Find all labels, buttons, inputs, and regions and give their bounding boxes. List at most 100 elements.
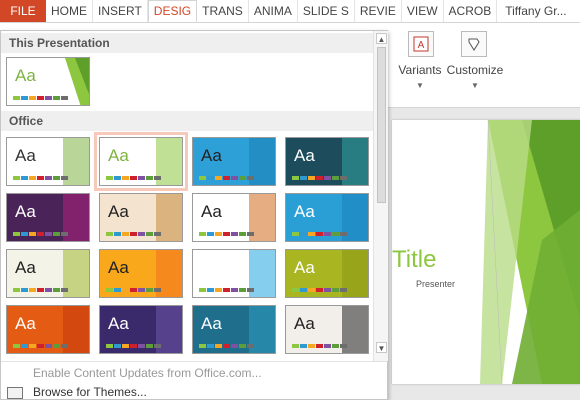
theme-preview-text: Aa [201, 314, 222, 333]
theme-thumbnail[interactable]: Aa [285, 137, 369, 186]
theme-thumbnail[interactable]: Aa [285, 305, 369, 354]
theme-color-swatches [13, 96, 68, 100]
gallery-footer: Enable Content Updates from Office.com..… [1, 361, 387, 399]
theme-preview-text: Aa [15, 314, 36, 333]
format-background-button[interactable]: A [402, 31, 440, 63]
color-swatch [247, 344, 254, 348]
color-swatch [146, 176, 153, 180]
theme-color-swatches [199, 176, 254, 180]
color-swatch [239, 232, 246, 236]
scroll-up-icon[interactable]: ▲ [376, 33, 387, 44]
theme-preview-text: Aa [201, 258, 222, 277]
color-swatch [146, 288, 153, 292]
color-swatch [13, 176, 20, 180]
theme-thumbnail[interactable]: Aa [99, 249, 183, 298]
color-swatch [308, 232, 315, 236]
tab-transitions[interactable]: TRANS [197, 0, 249, 22]
theme-thumbnail[interactable]: Aa [99, 193, 183, 242]
scroll-down-icon[interactable]: ▼ [376, 342, 387, 353]
tab-home[interactable]: HOME [46, 0, 93, 22]
color-swatch [207, 344, 214, 348]
scrollbar-thumb[interactable] [377, 47, 386, 203]
variants-label: Variants [398, 63, 442, 77]
color-swatch [231, 176, 238, 180]
user-account-menu[interactable]: Tiffany Gr... [497, 0, 571, 22]
theme-thumbnail[interactable]: Aa [6, 305, 90, 354]
color-swatch [231, 232, 238, 236]
color-swatch [29, 96, 36, 100]
color-swatch [37, 232, 44, 236]
color-swatch [247, 176, 254, 180]
theme-thumbnail[interactable]: Aa [192, 249, 276, 298]
chevron-down-icon: ▼ [471, 81, 479, 90]
theme-preview-text: Aa [15, 258, 36, 277]
color-swatch [207, 176, 214, 180]
color-swatch [300, 176, 307, 180]
theme-thumbnail[interactable]: Aa [6, 249, 90, 298]
theme-color-swatches [106, 176, 161, 180]
powerpoint-window: FILE HOME INSERT DESIG TRANS ANIMA SLIDE… [0, 0, 580, 400]
color-swatch [247, 232, 254, 236]
browse-folder-icon [7, 387, 23, 399]
theme-thumbnail[interactable]: Aa [6, 193, 90, 242]
theme-thumbnail[interactable]: Aa [6, 137, 90, 186]
chevron-down-icon: ▼ [416, 81, 424, 90]
slide-title[interactable]: Title [392, 246, 436, 274]
tab-design[interactable]: DESIG [147, 0, 198, 22]
color-swatch [207, 232, 214, 236]
color-swatch [308, 176, 315, 180]
color-swatch [199, 176, 206, 180]
color-swatch [61, 232, 68, 236]
slide-subtitle[interactable]: Presenter [416, 279, 455, 289]
tab-review[interactable]: REVIE [355, 0, 402, 22]
theme-thumbnail[interactable]: Aa [285, 249, 369, 298]
color-swatch [239, 344, 246, 348]
color-swatch [324, 232, 331, 236]
color-swatch [324, 176, 331, 180]
theme-color-swatches [199, 344, 254, 348]
color-swatch [61, 288, 68, 292]
color-swatch [61, 176, 68, 180]
color-swatch [106, 344, 113, 348]
theme-thumbnail[interactable]: Aa [192, 193, 276, 242]
theme-thumbnail[interactable]: Aa [94, 132, 188, 191]
theme-this-presentation[interactable]: Aa [6, 57, 90, 106]
theme-thumbnail[interactable]: Aa [285, 193, 369, 242]
theme-color-swatches [13, 344, 68, 348]
tab-insert[interactable]: INSERT [93, 0, 148, 22]
gallery-scrollbar[interactable]: ▲ ▼ [373, 31, 388, 361]
design-ideas-button[interactable] [458, 31, 490, 63]
browse-for-themes-link[interactable]: Browse for Themes... [33, 385, 147, 399]
design-ideas-icon [461, 31, 487, 57]
theme-color-swatches [199, 288, 254, 292]
tab-acrobat[interactable]: ACROB [444, 0, 498, 22]
color-swatch [13, 288, 20, 292]
color-swatch [53, 96, 60, 100]
tab-file[interactable]: FILE [0, 0, 46, 22]
color-swatch [223, 232, 230, 236]
color-swatch [324, 288, 331, 292]
tab-animations[interactable]: ANIMA [249, 0, 298, 22]
color-swatch [332, 288, 339, 292]
theme-color-swatches [292, 288, 347, 292]
color-swatch [45, 96, 52, 100]
variants-button[interactable]: Variants ▼ [396, 63, 444, 90]
theme-thumbnail[interactable]: Aa [192, 137, 276, 186]
color-swatch [53, 232, 60, 236]
color-swatch [223, 344, 230, 348]
theme-thumbnail[interactable]: Aa [192, 305, 276, 354]
theme-thumbnail[interactable]: Aa [99, 305, 183, 354]
color-swatch [29, 288, 36, 292]
tab-slide-show[interactable]: SLIDE S [298, 0, 355, 22]
color-swatch [138, 232, 145, 236]
customize-button[interactable]: Customize ▼ [446, 63, 504, 90]
color-swatch [29, 176, 36, 180]
color-swatch [332, 344, 339, 348]
svg-text:A: A [418, 40, 425, 51]
color-swatch [316, 176, 323, 180]
tab-view[interactable]: VIEW [402, 0, 444, 22]
color-swatch [37, 176, 44, 180]
color-swatch [130, 344, 137, 348]
color-swatch [13, 96, 20, 100]
color-swatch [138, 176, 145, 180]
